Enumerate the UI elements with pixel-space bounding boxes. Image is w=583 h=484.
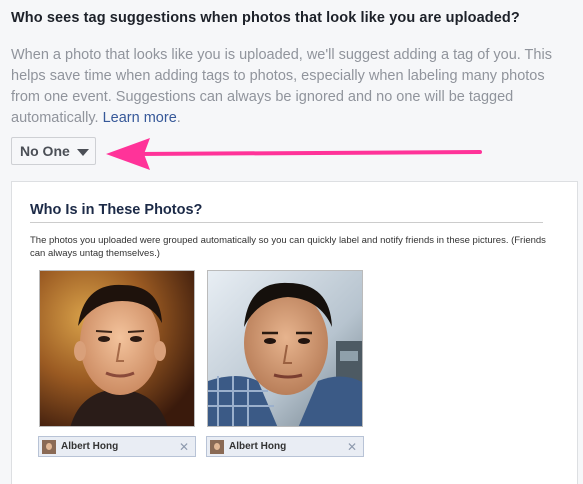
suggested-photo-2 [207,270,363,427]
caret-down-icon [76,148,89,156]
close-icon[interactable]: ✕ [347,440,357,454]
tag-suggestion-preview: Who Is in These Photos? The photos you u… [11,181,578,484]
setting-description: When a photo that looks like you is uplo… [11,45,576,129]
tag-name[interactable]: Albert Hong [229,441,347,452]
avatar-icon [210,439,224,454]
photo-tag-1: Albert Hong ✕ [38,436,196,457]
arrow-shaft [134,150,482,156]
arrow-head [106,138,150,170]
photo-tag-2: Albert Hong ✕ [206,436,364,457]
preview-divider [30,222,543,223]
preview-title: Who Is in These Photos? [30,202,203,218]
pointer-arrow-annotation [106,138,482,170]
audience-selected-value: No One [20,143,70,159]
description-text: When a photo that looks like you is uplo… [11,47,552,126]
tag-name[interactable]: Albert Hong [61,441,179,452]
suggested-photo-1 [39,270,195,427]
description-period: . [176,110,181,126]
learn-more-link[interactable]: Learn more [103,110,177,126]
setting-heading: Who sees tag suggestions when photos tha… [11,10,520,26]
close-icon[interactable]: ✕ [179,440,189,454]
preview-description: The photos you uploaded were grouped aut… [30,235,546,259]
audience-dropdown[interactable]: No One [11,137,96,165]
avatar-icon [42,439,56,454]
tag-suggestions-settings: Who sees tag suggestions when photos tha… [0,0,583,484]
